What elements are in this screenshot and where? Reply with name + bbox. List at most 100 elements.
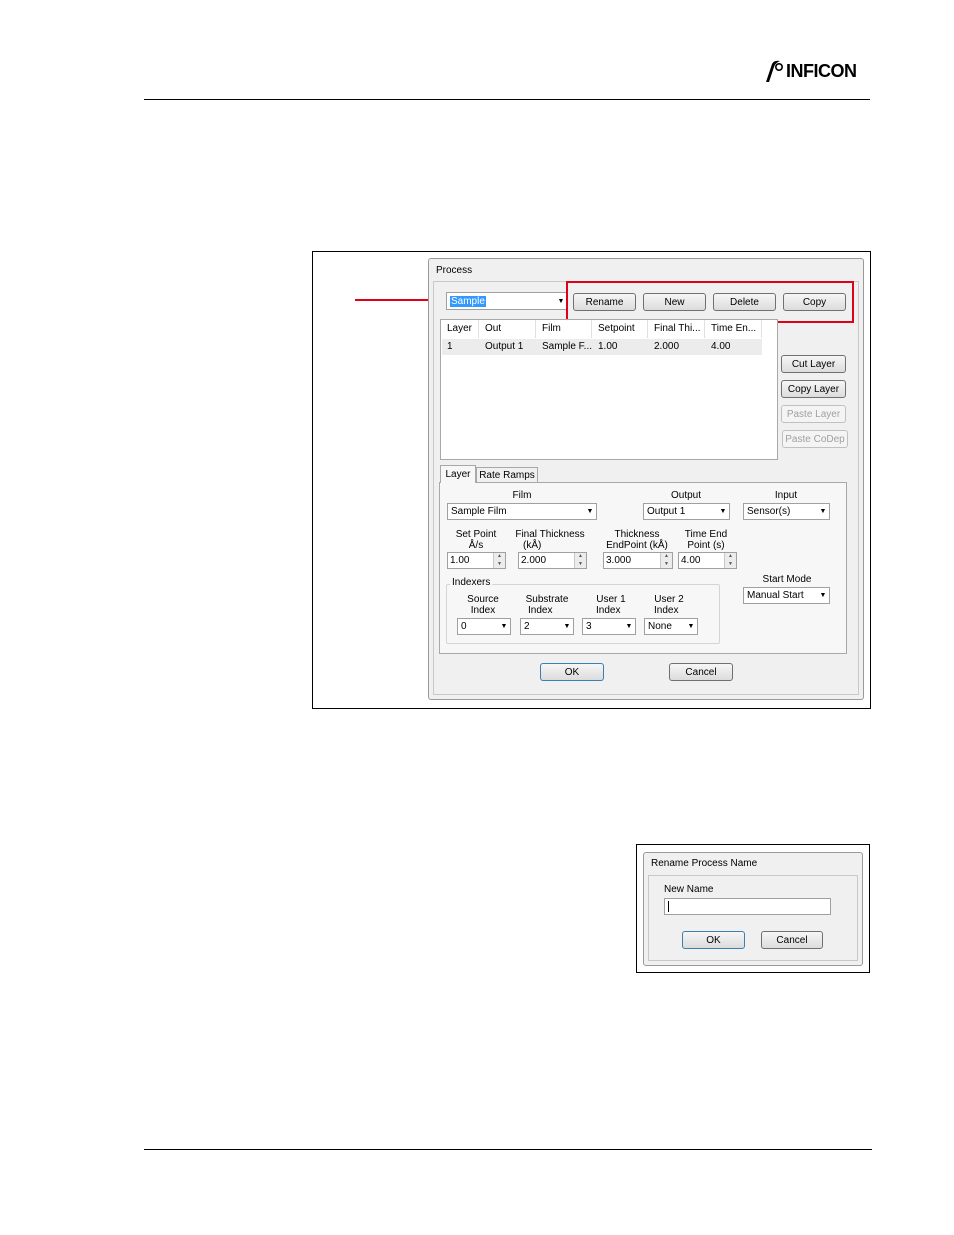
spin-up-icon[interactable]: ▲: [661, 553, 672, 561]
source-index-select[interactable]: 0 ▼: [457, 618, 511, 635]
table-row[interactable]: 1 Output 1 Sample F... 1.00 2.000 4.00: [442, 339, 762, 355]
substrate-index-value: 2: [524, 621, 530, 632]
cancel-button[interactable]: Cancel: [669, 663, 733, 681]
setpoint-label-line2: Å/s: [468, 540, 484, 551]
chevron-down-icon: ▼: [819, 592, 827, 599]
start-mode-select[interactable]: Manual Start ▼: [743, 587, 830, 604]
cell-film: Sample F...: [542, 341, 592, 352]
chevron-down-icon: ▼: [586, 508, 594, 515]
substrate-label-line2: Index: [528, 605, 553, 616]
substrate-index-label: Substrate Index: [522, 594, 572, 616]
cell-setpoint: 1.00: [598, 341, 618, 352]
cell-final-thickness: 2.000: [654, 341, 680, 352]
final-thickness-stepper[interactable]: 2.000 ▲ ▼: [518, 552, 587, 569]
source-index-label: Source Index: [460, 594, 506, 616]
thickness-endpoint-stepper[interactable]: 3.000 ▲ ▼: [603, 552, 673, 569]
new-name-input[interactable]: [664, 898, 831, 915]
user2-index-select[interactable]: None ▼: [644, 618, 698, 635]
column-header-layer[interactable]: Layer: [441, 320, 479, 338]
source-label-line2: Index: [470, 605, 496, 616]
thickness-endpoint-label-line1: Thickness: [614, 529, 660, 540]
cut-layer-button[interactable]: Cut Layer: [781, 355, 846, 373]
substrate-label-line1: Substrate: [525, 594, 569, 605]
tab-rate-ramps[interactable]: Rate Ramps: [476, 467, 538, 483]
thickness-endpoint-label-line2: EndPoint (kÅ): [606, 540, 668, 551]
chevron-down-icon: ▼: [500, 623, 508, 630]
tab-layer[interactable]: Layer: [440, 465, 476, 483]
footer-rule: [144, 1149, 872, 1150]
thickness-endpoint-label: Thickness EndPoint (kÅ): [603, 529, 671, 551]
rename-dialog-title: Rename Process Name: [651, 858, 758, 869]
chevron-down-icon: ▼: [719, 508, 727, 515]
spin-up-icon[interactable]: ▲: [575, 553, 586, 561]
spin-up-icon[interactable]: ▲: [494, 553, 505, 561]
film-select[interactable]: Sample Film ▼: [447, 503, 597, 520]
paste-layer-button[interactable]: Paste Layer: [781, 405, 846, 423]
inficon-logo-icon: [766, 60, 784, 82]
user1-label-line2: Index: [596, 605, 621, 616]
time-endpoint-stepper[interactable]: 4.00 ▲ ▼: [678, 552, 737, 569]
column-header-time-end[interactable]: Time En...: [705, 320, 762, 338]
substrate-index-select[interactable]: 2 ▼: [520, 618, 574, 635]
user2-index-label: User 2 Index: [649, 594, 689, 616]
spin-down-icon[interactable]: ▼: [661, 560, 672, 568]
final-thickness-label-line2: (kÅ): [523, 540, 542, 551]
rename-ok-button[interactable]: OK: [682, 931, 745, 949]
ok-button[interactable]: OK: [540, 663, 604, 681]
input-select-value: Sensor(s): [747, 506, 791, 517]
chevron-down-icon: ▼: [819, 508, 827, 515]
film-select-value: Sample Film: [451, 506, 507, 517]
chevron-down-icon: ▼: [625, 623, 633, 630]
spin-down-icon[interactable]: ▼: [494, 560, 505, 568]
chevron-down-icon: ▼: [687, 623, 695, 630]
column-header-final-thickness[interactable]: Final Thi...: [648, 320, 705, 338]
paste-codep-button[interactable]: Paste CoDep: [782, 430, 848, 448]
new-name-label: New Name: [664, 884, 714, 895]
spin-up-icon[interactable]: ▲: [725, 553, 736, 561]
source-index-value: 0: [461, 621, 467, 632]
time-endpoint-label: Time End Point (s): [680, 529, 732, 551]
column-header-out[interactable]: Out: [479, 320, 536, 338]
time-endpoint-label-line2: Point (s): [687, 540, 725, 551]
output-select-value: Output 1: [647, 506, 686, 517]
header-rule: [144, 99, 870, 100]
inficon-logo: INFICON: [762, 58, 857, 84]
input-select[interactable]: Sensor(s) ▼: [743, 503, 830, 520]
user1-index-select[interactable]: 3 ▼: [582, 618, 636, 635]
time-endpoint-label-line1: Time End: [684, 529, 728, 540]
user2-label-line2: Index: [654, 605, 679, 616]
indexers-label: Indexers: [450, 577, 493, 588]
new-name-value: [665, 904, 667, 915]
cell-layer: 1: [447, 341, 453, 352]
thickness-endpoint-value: 3.000: [606, 555, 632, 566]
time-endpoint-value: 4.00: [681, 555, 701, 566]
user1-index-value: 3: [586, 621, 592, 632]
spin-down-icon[interactable]: ▼: [575, 560, 586, 568]
cell-time-end: 4.00: [711, 341, 731, 352]
input-label: Input: [774, 490, 798, 501]
spin-down-icon[interactable]: ▼: [725, 560, 736, 568]
user2-index-value: None: [648, 621, 672, 632]
column-header-setpoint[interactable]: Setpoint: [592, 320, 648, 338]
start-mode-value: Manual Start: [747, 590, 804, 601]
film-label: Film: [512, 490, 532, 501]
layer-list[interactable]: Layer Out Film Setpoint Final Thi... Tim…: [440, 319, 778, 460]
chevron-down-icon: ▼: [563, 623, 571, 630]
source-label-line1: Source: [467, 594, 499, 605]
logo-text: INFICON: [786, 60, 857, 81]
rename-cancel-button[interactable]: Cancel: [761, 931, 823, 949]
process-select[interactable]: Sample ▼: [446, 292, 568, 310]
final-thickness-label-line1: Final Thickness: [515, 529, 585, 540]
highlight-box: [566, 281, 854, 323]
copy-layer-button[interactable]: Copy Layer: [781, 380, 846, 398]
cell-out: Output 1: [485, 341, 524, 352]
user1-index-label: User 1 Index: [591, 594, 631, 616]
column-header-film[interactable]: Film: [536, 320, 592, 338]
setpoint-stepper[interactable]: 1.00 ▲ ▼: [447, 552, 506, 569]
text-caret: [668, 901, 669, 912]
user1-label-line1: User 1: [596, 594, 626, 605]
process-dialog-title: Process: [436, 265, 473, 276]
setpoint-value: 1.00: [450, 555, 470, 566]
output-select[interactable]: Output 1 ▼: [643, 503, 730, 520]
final-thickness-value: 2.000: [521, 555, 547, 566]
